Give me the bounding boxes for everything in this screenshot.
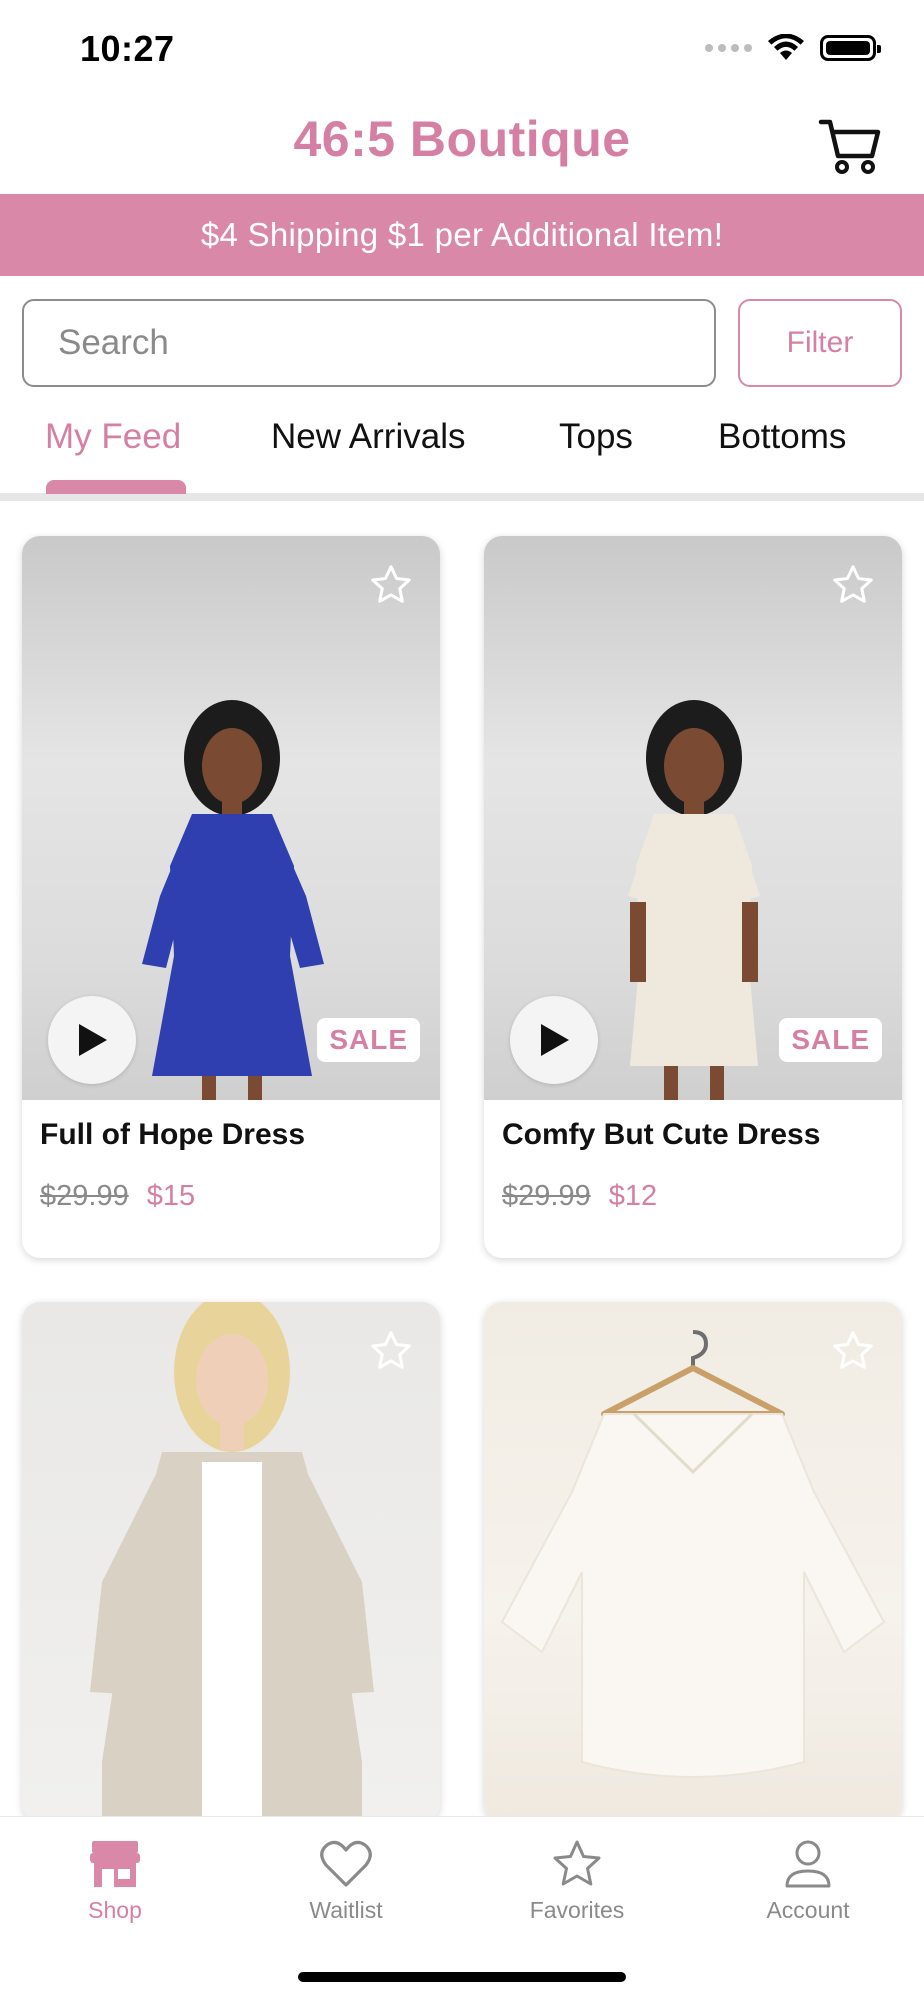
product-card[interactable] [484,1302,902,1822]
storefront-icon [90,1841,140,1887]
original-price: $29.99 [502,1180,591,1212]
play-video-button[interactable] [510,996,598,1084]
price-row: $29.99 $12 [502,1180,884,1213]
nav-label: Favorites [529,1897,625,1923]
nav-label: Account [766,1897,850,1923]
play-icon [541,1024,569,1056]
sale-badge: SALE [779,1018,882,1062]
home-indicator [298,1972,626,1982]
favorite-star-icon[interactable] [830,1328,876,1374]
app-header: 46:5 Boutique [0,100,924,194]
sale-price: $12 [608,1180,658,1212]
nav-account[interactable]: Account [728,1839,888,1924]
original-price: $29.99 [40,1180,129,1212]
price-row: $29.99 $15 [40,1180,422,1213]
nav-waitlist[interactable]: Waitlist [266,1839,426,1924]
search-input[interactable] [22,299,716,387]
cart-icon [818,119,881,174]
play-video-button[interactable] [48,996,136,1084]
model-figure [90,1302,374,1822]
sale-badge: SALE [317,1018,420,1062]
status-time: 10:27 [80,28,175,69]
tab-new-arrivals[interactable]: New Arrivals [271,417,465,457]
product-card[interactable]: SALE Full of Hope Dress $29.99 $15 [22,536,440,1258]
nav-label: Shop [88,1897,142,1923]
battery-icon [820,35,881,61]
wifi-icon [768,34,804,60]
tab-my-feed[interactable]: My Feed [45,417,181,457]
active-tab-indicator [46,480,186,494]
hanger-garment [500,1330,886,1778]
nav-favorites[interactable]: Favorites [497,1839,657,1924]
promo-banner: $4 Shipping $1 per Additional Item! [0,194,924,276]
product-image [22,1302,440,1822]
product-info: Comfy But Cute Dress $29.99 $12 [484,1100,902,1258]
favorite-star-icon[interactable] [368,1328,414,1374]
product-card[interactable]: SALE Comfy But Cute Dress $29.99 $12 [484,536,902,1258]
cart-button[interactable] [818,116,882,176]
search-row: Filter [22,299,902,389]
tab-tops[interactable]: Tops [559,417,633,457]
signal-icon [705,44,752,52]
nav-shop[interactable]: Shop [35,1839,195,1924]
product-info: Full of Hope Dress $29.99 $15 [22,1100,440,1258]
favorite-star-icon[interactable] [830,562,876,608]
product-image: SALE [22,536,440,1100]
product-name: Full of Hope Dress [40,1118,306,1151]
favorite-star-icon[interactable] [368,562,414,608]
sale-price: $15 [146,1180,196,1212]
heart-icon [320,1840,372,1887]
product-card[interactable] [22,1302,440,1822]
product-image: SALE [484,536,902,1100]
status-bar: 10:27 [0,0,924,100]
nav-label: Waitlist [309,1897,383,1923]
filter-button[interactable]: Filter [738,299,902,387]
tab-bottoms[interactable]: Bottoms [718,417,846,457]
product-image [484,1302,902,1822]
category-tabs: My Feed New Arrivals Tops Bottoms [0,405,924,501]
product-name: Comfy But Cute Dress [502,1118,821,1151]
person-icon [785,1840,831,1888]
play-icon [79,1024,107,1056]
promo-text: $4 Shipping $1 per Additional Item! [200,216,724,253]
star-icon [553,1840,601,1886]
page-title: 46:5 Boutique [293,111,631,167]
status-icons [705,34,881,62]
model-figure [628,700,760,1100]
model-figure [142,700,324,1100]
